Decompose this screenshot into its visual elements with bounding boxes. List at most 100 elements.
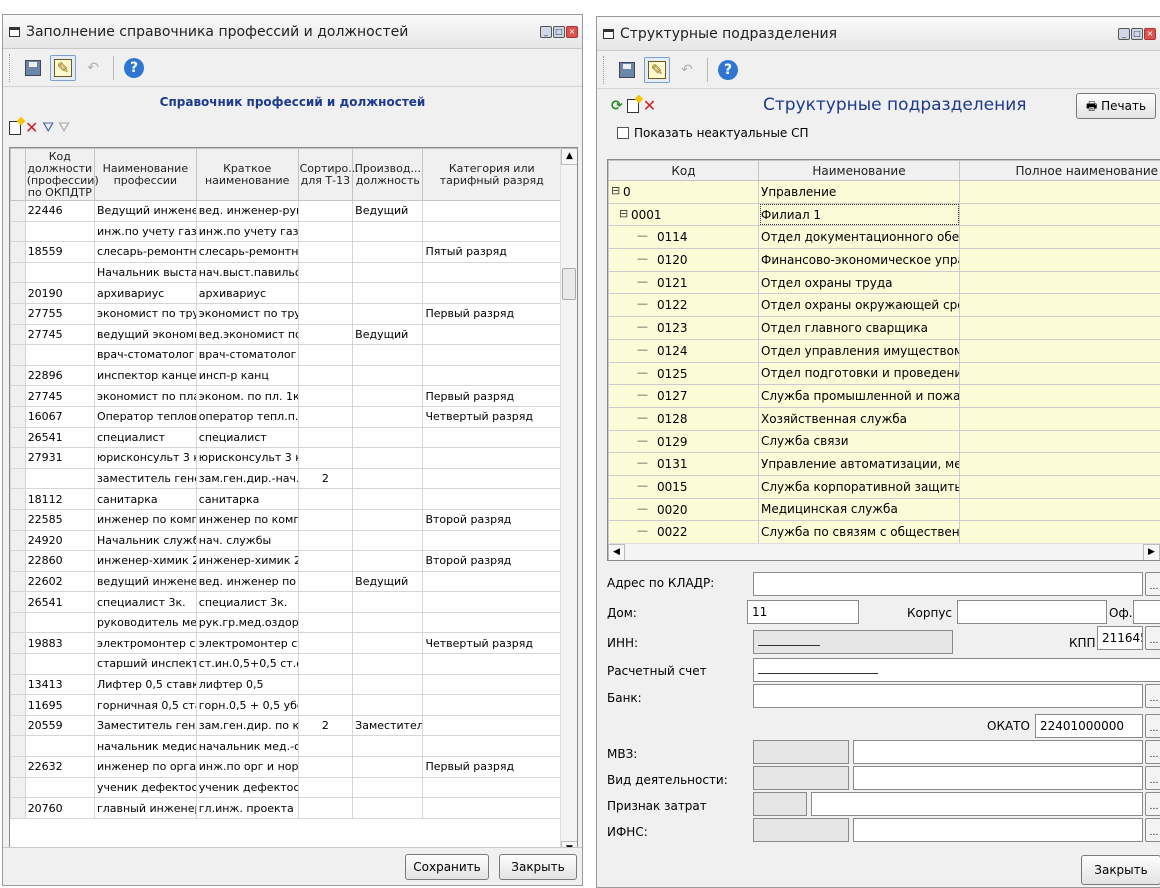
help-toolbar-button[interactable]: ? xyxy=(121,55,147,81)
row-indicator[interactable] xyxy=(10,570,26,593)
table-cell[interactable]: 22896 xyxy=(24,364,95,387)
table-cell[interactable] xyxy=(297,385,354,407)
ifns-code-field[interactable] xyxy=(753,818,849,842)
table-row[interactable]: 22446 Ведущий инженер вед. инженер-рук. Вед… xyxy=(10,200,561,222)
undo-toolbar-button[interactable]: ↶ xyxy=(80,55,106,81)
table-cell[interactable] xyxy=(422,570,561,593)
table-cell[interactable]: 24920 xyxy=(24,529,95,552)
table-cell[interactable] xyxy=(297,241,354,263)
full-name-cell[interactable] xyxy=(959,248,1160,272)
table-cell[interactable] xyxy=(297,364,354,387)
row-indicator[interactable] xyxy=(10,797,26,819)
table-cell[interactable] xyxy=(422,323,561,346)
table-row[interactable]: 22632инженер по органиинж.по орг и норм П… xyxy=(10,756,561,778)
tree-row[interactable]: ⊟ 0001 Филиал 1 xyxy=(608,202,1160,227)
table-cell[interactable]: юрисконсульт 3 к xyxy=(195,447,299,469)
code-cell[interactable]: — 0121 xyxy=(608,270,759,295)
full-name-cell[interactable] xyxy=(959,452,1160,476)
table-cell[interactable] xyxy=(352,282,424,304)
table-cell[interactable]: 22632 xyxy=(24,756,95,778)
table-cell[interactable] xyxy=(297,344,354,366)
table-cell[interactable]: архивариус xyxy=(195,282,299,304)
table-cell[interactable]: ученик дефектоск xyxy=(195,776,299,799)
code-cell[interactable]: — 0122 xyxy=(608,293,759,318)
table-cell[interactable]: Второй разряд xyxy=(422,550,561,572)
table-cell[interactable]: вед. инженер-рук. xyxy=(195,200,299,222)
table-cell[interactable] xyxy=(422,467,561,490)
full-name-cell[interactable] xyxy=(959,316,1160,340)
table-row[interactable]: 22585 инженер по компл инженер по комп. Вто… xyxy=(10,508,561,531)
name-cell[interactable]: Отдел документационного обеспечен xyxy=(758,225,960,250)
okato-select-button[interactable]: … xyxy=(1145,714,1160,738)
row-indicator[interactable] xyxy=(10,364,26,387)
code-cell[interactable]: — 0114 xyxy=(608,225,759,250)
table-cell[interactable]: 20190 xyxy=(24,282,95,304)
name-cell[interactable]: Филиал 1 xyxy=(758,202,960,227)
table-cell[interactable]: 26541 xyxy=(24,426,95,449)
table-cell[interactable]: 22585 xyxy=(24,508,95,531)
table-cell[interactable]: эконом. по пл. 1к xyxy=(195,385,299,407)
close-icon[interactable]: × xyxy=(1144,27,1156,40)
table-cell[interactable] xyxy=(352,261,424,284)
table-cell[interactable]: оператор тепл.п.4 xyxy=(195,405,299,428)
delete-record-icon[interactable]: ✕ xyxy=(25,120,38,136)
full-name-cell[interactable] xyxy=(959,474,1160,499)
kpp-field[interactable]: 211645001 xyxy=(1097,626,1143,650)
table-cell[interactable] xyxy=(297,508,354,531)
table-cell[interactable] xyxy=(352,611,424,634)
table-cell[interactable]: 16067 xyxy=(24,405,95,428)
table-cell[interactable]: ведущий экономи xyxy=(93,323,197,346)
refresh-icon[interactable]: ⟳ xyxy=(611,99,623,113)
table-cell[interactable]: специалист xyxy=(195,426,299,449)
table-cell[interactable] xyxy=(297,405,354,428)
table-cell[interactable]: инженер-химик 2 xyxy=(195,550,299,572)
table-cell[interactable]: руководитель мед xyxy=(93,611,197,634)
table-row[interactable]: 26541 специалист специалист xyxy=(10,426,561,449)
code-cell[interactable]: — 0125 xyxy=(608,361,759,386)
table-cell[interactable] xyxy=(297,756,354,778)
row-indicator[interactable] xyxy=(10,426,26,449)
table-cell[interactable]: горничная 0,5 став xyxy=(93,694,197,716)
add-record-icon[interactable] xyxy=(626,99,639,113)
code-cell[interactable]: — 0129 xyxy=(608,429,759,454)
table-cell[interactable] xyxy=(422,426,561,449)
table-cell[interactable] xyxy=(352,241,424,263)
table-cell[interactable]: 2 xyxy=(297,467,354,490)
full-name-cell[interactable] xyxy=(959,520,1160,544)
table-cell[interactable]: вед. инженер по к xyxy=(195,570,299,593)
tree-row[interactable]: — 0120 Финансово-экономическое управлен xyxy=(608,248,1160,272)
table-cell[interactable] xyxy=(352,447,424,469)
table-cell[interactable]: Ведущий xyxy=(352,323,424,346)
table-cell[interactable] xyxy=(422,447,561,469)
row-indicator[interactable] xyxy=(10,261,26,284)
table-cell[interactable]: 18112 xyxy=(24,488,95,510)
table-cell[interactable]: Заместител xyxy=(352,714,424,737)
table-cell[interactable] xyxy=(297,673,354,696)
table-cell[interactable] xyxy=(297,550,354,572)
name-cell[interactable]: Служба по связям с общественност xyxy=(758,520,960,544)
table-cell[interactable] xyxy=(422,364,561,387)
save-button[interactable]: Сохранить xyxy=(405,854,489,880)
row-indicator[interactable] xyxy=(10,508,26,531)
table-cell[interactable]: 18559 xyxy=(24,241,95,263)
tree-row[interactable]: — 0122 Отдел охраны окружающей среды и xyxy=(608,293,1160,318)
full-name-cell[interactable] xyxy=(959,338,1160,363)
table-cell[interactable]: инж.по учету газа xyxy=(93,220,197,243)
activity-code-field[interactable] xyxy=(753,766,849,790)
table-cell[interactable] xyxy=(297,797,354,819)
table-row[interactable]: ученик дефектоск ученик дефектоск xyxy=(10,776,561,799)
code-cell[interactable]: — 0015 xyxy=(608,474,759,499)
table-cell[interactable] xyxy=(352,694,424,716)
table-cell[interactable]: Первый разряд xyxy=(422,385,561,407)
table-cell[interactable]: инж.по орг и норм xyxy=(195,756,299,778)
table-row[interactable]: 27931 юрисконсульт 3 к юрисконсульт 3 к xyxy=(10,447,561,469)
table-cell[interactable] xyxy=(297,220,354,243)
table-cell[interactable] xyxy=(352,632,424,655)
table-cell[interactable] xyxy=(297,591,354,613)
table-cell[interactable]: 20559 xyxy=(24,714,95,737)
table-cell[interactable]: инж.по учету газа xyxy=(195,220,299,243)
tree-row[interactable]: — 0131 Управление автоматизации, метрол xyxy=(608,452,1160,476)
add-record-icon[interactable] xyxy=(9,121,21,135)
table-cell[interactable]: 19883 xyxy=(24,632,95,655)
activity-name-field[interactable] xyxy=(853,766,1143,790)
